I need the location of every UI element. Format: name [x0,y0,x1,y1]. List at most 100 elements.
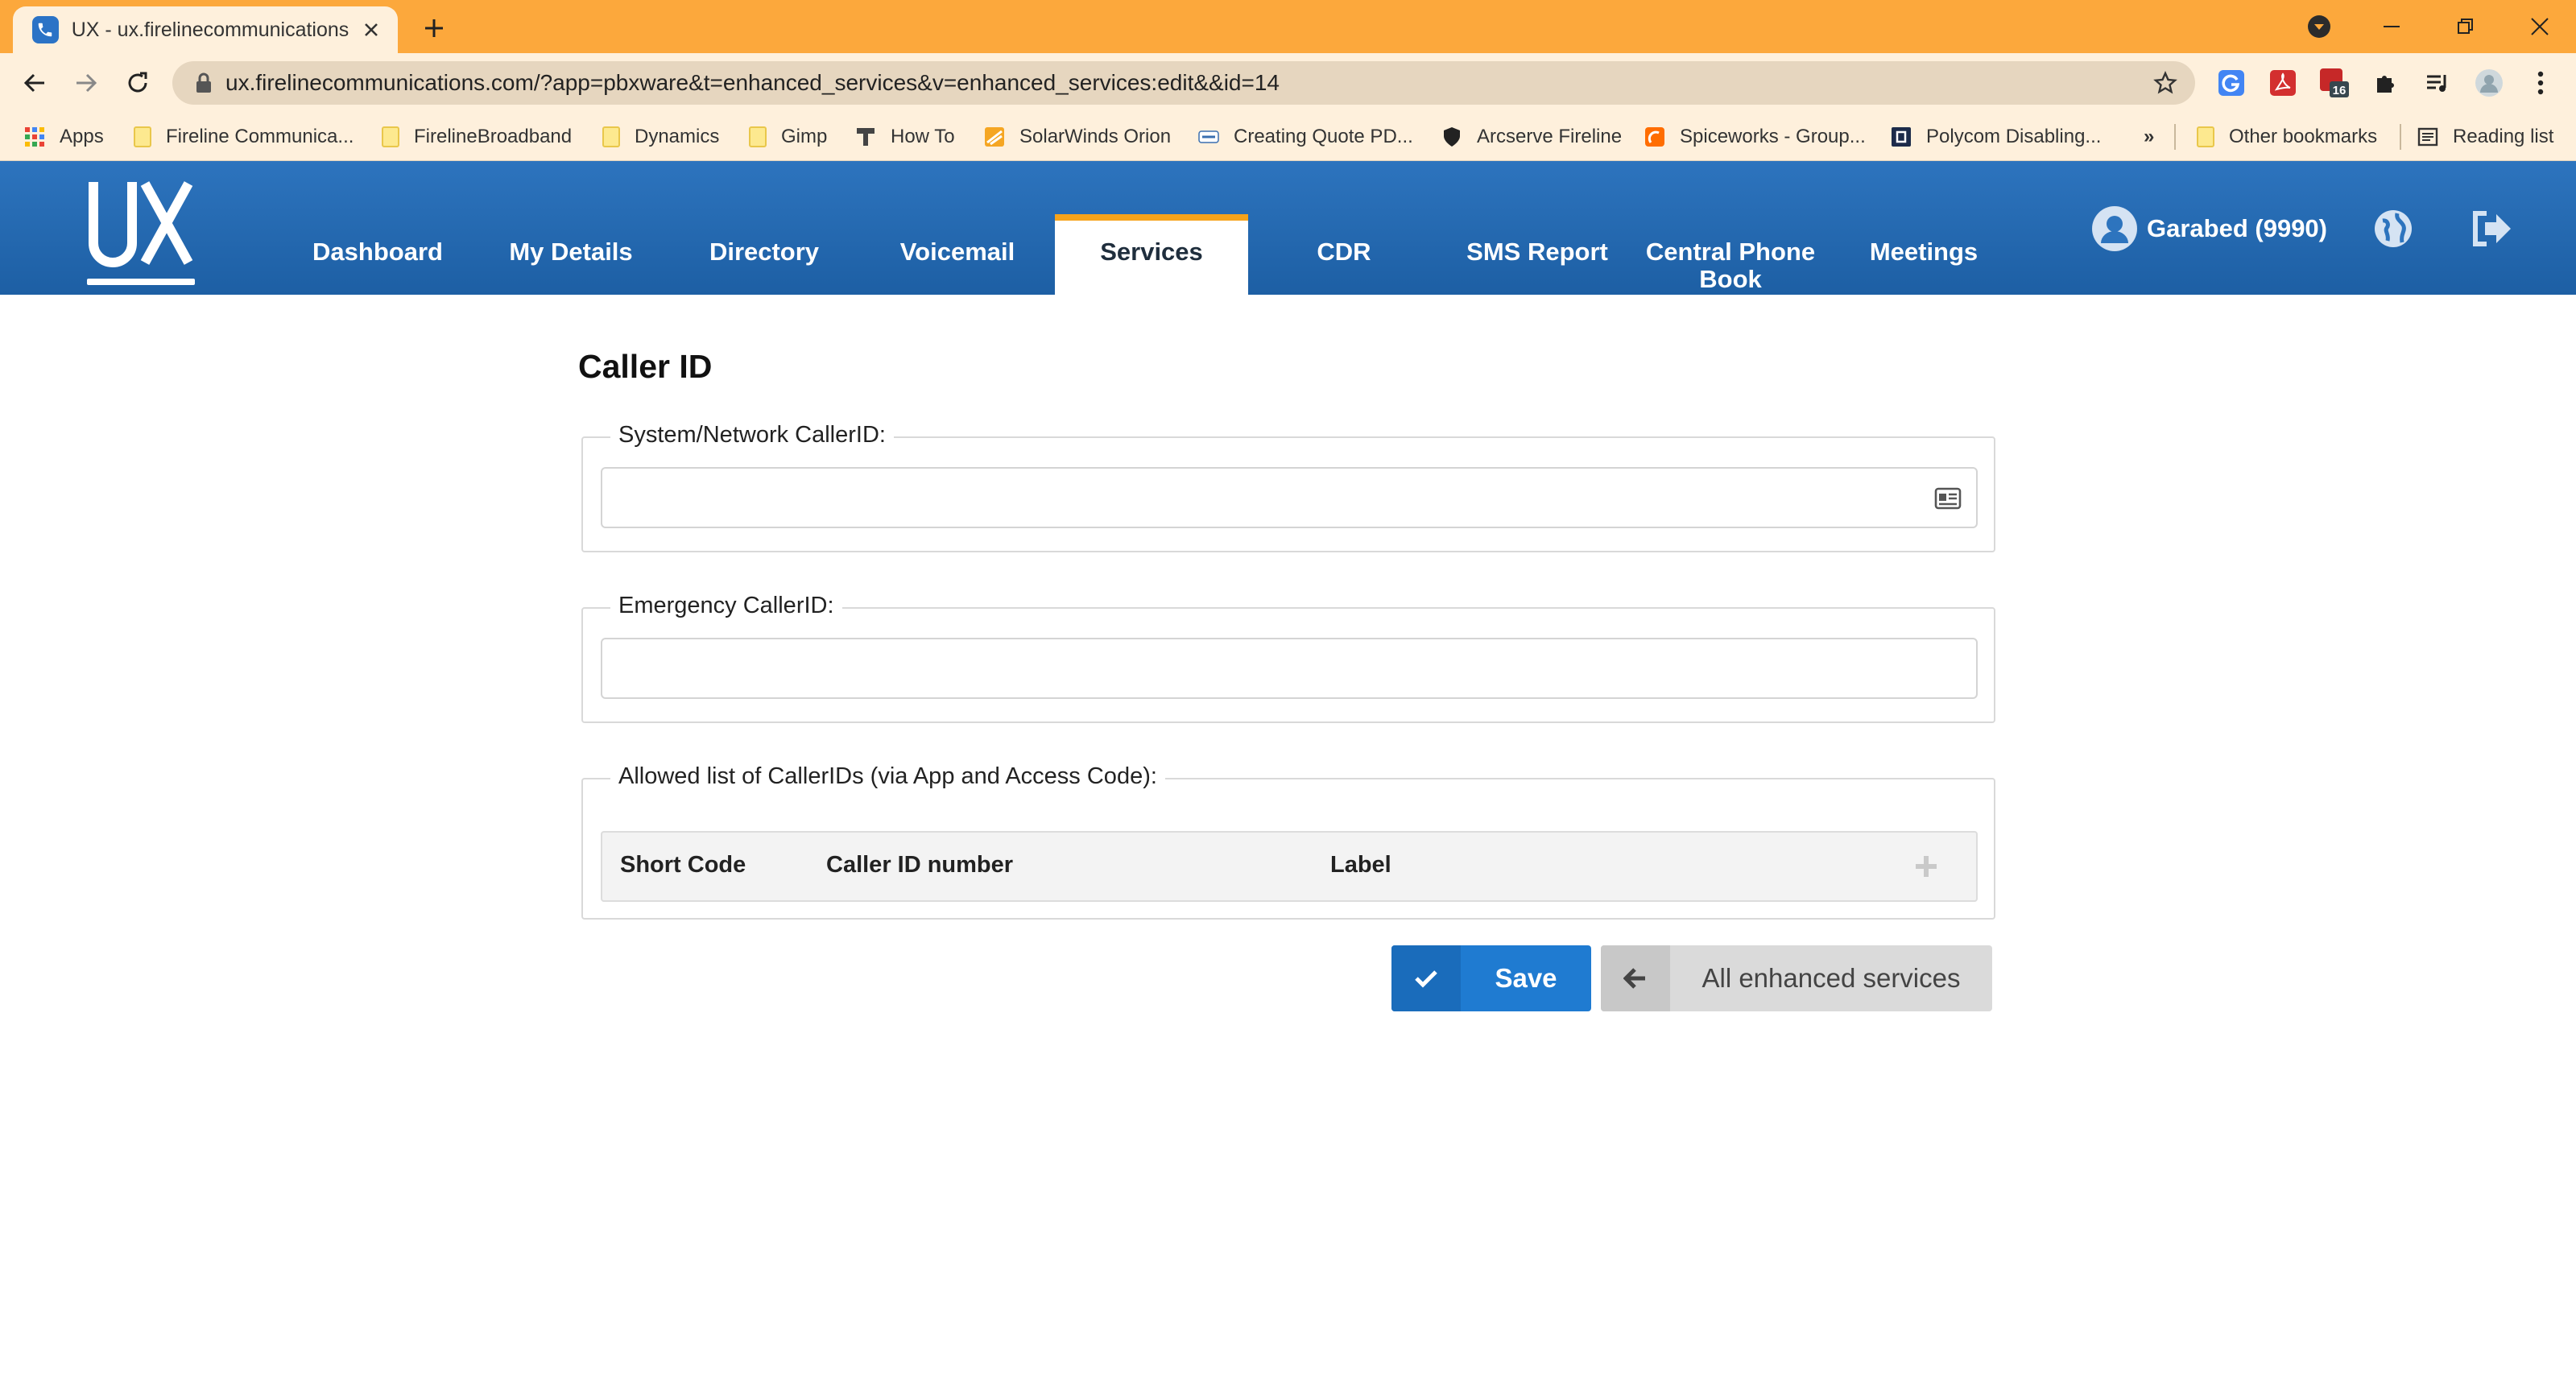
arrow-left-icon [1601,945,1670,1011]
nav-sms-report[interactable]: SMS Report [1446,214,1628,295]
quote-site-icon [1198,130,1219,143]
nav-my-details[interactable]: My Details [480,214,662,295]
logout-icon[interactable] [2471,208,2512,250]
bookmark-spiceworks[interactable]: Spiceworks - Group... [1644,113,1866,161]
column-caller-id-number: Caller ID number [826,852,1014,878]
folder-icon [2197,126,2214,147]
bookmark-fireline-communications[interactable]: Fireline Communica... [134,113,354,161]
save-button[interactable]: Save [1391,945,1591,1011]
shield-icon [1444,127,1460,147]
calendar-extension-icon[interactable]: 16 [2318,66,2351,100]
bookmark-other-bookmarks[interactable]: Other bookmarks [2197,113,2377,161]
bookmark-divider [2400,124,2401,150]
bookmark-label: Gimp [781,126,828,147]
nav-central-phone-book[interactable]: Central Phone Book [1639,214,1821,295]
bookmark-label: Creating Quote PD... [1234,126,1413,147]
tab-title: UX - ux.firelinecommunications.c [71,18,351,41]
bookmark-label: Apps [60,126,104,147]
bookmark-label: Fireline Communica... [166,126,354,147]
ux-logo[interactable] [87,166,195,288]
bookmarks-overflow-chevron[interactable]: » [2144,113,2154,161]
allowed-callerids-table-header: Short Code Caller ID number Label [601,831,1978,902]
reading-list-button[interactable]: Reading list [2417,113,2553,161]
all-enhanced-services-label: All enhanced services [1701,963,1961,993]
nav-cdr[interactable]: CDR [1253,214,1435,295]
new-tab-plus-icon[interactable] [416,10,453,47]
nav-directory[interactable]: Directory [673,214,855,295]
user-avatar-icon [2092,206,2137,251]
polycom-icon [1892,127,1911,147]
puzzle-extensions-icon[interactable] [2369,66,2403,100]
pdf-extension-icon[interactable] [2266,66,2300,100]
restore-icon[interactable] [2442,6,2490,47]
logo-underline [87,279,195,285]
browser-tab-active[interactable]: UX - ux.firelinecommunications.c [13,6,398,53]
column-short-code: Short Code [620,852,746,878]
folder-icon [382,126,399,147]
user-menu[interactable]: Garabed (9990) [2092,205,2327,253]
system-callerid-fieldset: System/Network CallerID: [581,422,1995,552]
nav-voicemail[interactable]: Voicemail [866,214,1048,295]
nav-dashboard[interactable]: Dashboard [287,214,469,295]
checkmark-icon [1391,945,1461,1011]
google-extension-icon[interactable] [2214,66,2248,100]
back-arrow-icon[interactable] [16,64,53,101]
bookmark-label: SolarWinds Orion [1019,126,1172,147]
allowed-callerids-label: Allowed list of CallerIDs (via App and A… [610,763,1165,790]
bookmark-star-icon[interactable] [2150,68,2181,98]
forward-arrow-icon[interactable] [68,64,105,101]
user-label: Garabed (9990) [2147,214,2327,242]
profile-avatar-icon[interactable] [2472,66,2506,100]
add-row-plus-icon[interactable] [1913,854,1939,879]
reading-list-icon [2417,127,2438,147]
phone-favicon-icon [32,16,59,43]
spiceworks-icon [1645,127,1664,147]
media-queue-icon[interactable] [2421,66,2454,100]
save-button-label: Save [1495,963,1557,993]
bookmark-arcserve-fireline[interactable]: Arcserve Fireline [1441,113,1622,161]
bookmark-label: Polycom Disabling... [1926,126,2102,147]
bookmark-label: How To [891,126,955,147]
address-bar[interactable]: ux.firelinecommunications.com/?app=pbxwa… [172,61,2195,105]
bookmark-apps[interactable]: Apps [24,113,104,161]
solarwinds-icon [985,127,1004,147]
overflow-label: » [2144,126,2155,147]
globe-icon[interactable] [2372,208,2414,250]
bookmark-label: Dynamics [635,126,720,147]
tab-close-icon[interactable] [358,17,383,43]
page-title: Caller ID [578,348,713,385]
folder-icon [134,126,151,147]
folder-icon [602,126,620,147]
bookmark-label: Reading list [2453,126,2554,147]
bookmark-gimp[interactable]: Gimp [749,113,827,161]
contact-card-icon[interactable] [1934,486,1962,511]
bookmark-creating-quote[interactable]: Creating Quote PD... [1198,113,1413,161]
bookmark-label: Other bookmarks [2229,126,2378,147]
emergency-callerid-fieldset: Emergency CallerID: [581,593,1995,723]
emergency-callerid-input[interactable] [601,638,1978,699]
reload-icon[interactable] [119,64,156,101]
bookmark-firelinebroadband[interactable]: FirelineBroadband [382,113,572,161]
bookmarks-bar: Apps Fireline Communica... FirelineBroad… [0,113,2576,161]
system-callerid-input[interactable] [601,467,1978,528]
apps-grid-icon [25,127,44,147]
bookmark-label: FirelineBroadband [414,126,573,147]
bookmark-how-to[interactable]: How To [855,113,955,161]
lock-icon [196,72,211,93]
all-enhanced-services-button[interactable]: All enhanced services [1601,945,1992,1011]
emergency-callerid-label: Emergency CallerID: [610,593,842,619]
browser-menu-icon[interactable] [2524,66,2557,100]
bookmark-label: Spiceworks - Group... [1680,126,1866,147]
minimize-icon[interactable] [2367,6,2416,47]
bookmark-solarwinds-orion[interactable]: SolarWinds Orion [984,113,1171,161]
bookmark-label: Arcserve Fireline [1477,126,1623,147]
nav-services[interactable]: Services [1055,214,1248,295]
browser-tabstrip: UX - ux.firelinecommunications.c [0,0,2576,53]
bookmark-dynamics[interactable]: Dynamics [602,113,719,161]
bookmark-divider [2174,124,2176,150]
nav-meetings[interactable]: Meetings [1833,214,2015,295]
close-window-icon[interactable] [2516,6,2564,47]
profile-dropdown-icon[interactable] [2295,6,2343,47]
bookmark-polycom[interactable]: Polycom Disabling... [1891,113,2101,161]
browser-toolbar: ux.firelinecommunications.com/?app=pbxwa… [0,53,2576,113]
